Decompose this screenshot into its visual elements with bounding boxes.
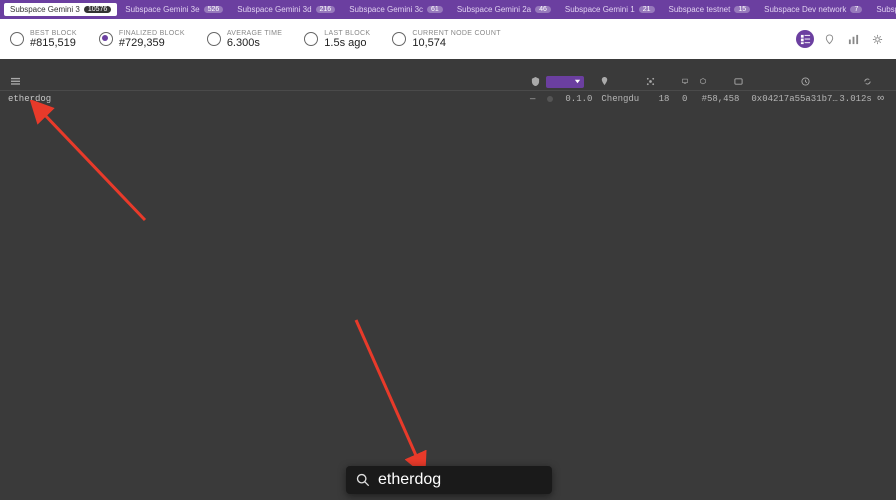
search-input[interactable] (378, 471, 542, 489)
col-cube-icon[interactable] (694, 77, 712, 86)
cell-infinity: ∞ (873, 93, 888, 105)
col-hash-icon[interactable] (712, 77, 764, 86)
col-sort-active[interactable] (546, 76, 584, 88)
tab-gemini-1[interactable]: Subspace Gemini 121 (559, 3, 661, 16)
col-network-icon[interactable] (624, 77, 676, 86)
map-view-button[interactable] (820, 30, 838, 48)
search-box[interactable] (346, 466, 552, 494)
menu-icon[interactable] (8, 77, 22, 86)
cell-location: Chengdu (595, 94, 647, 104)
col-location-icon[interactable] (584, 77, 624, 86)
tab-gemini-3d[interactable]: Subspace Gemini 3d216 (231, 3, 341, 16)
tab-gemini-3[interactable]: Subspace Gemini 310576 (4, 3, 117, 16)
clock-icon (207, 32, 221, 46)
col-shield-icon[interactable] (525, 77, 546, 86)
tab-dev-network[interactable]: Subspace Dev network7 (758, 3, 868, 16)
col-sync-icon[interactable] (846, 77, 888, 86)
tab-gemini-3c[interactable]: Subspace Gemini 3c61 (343, 3, 449, 16)
tab-testnet[interactable]: Subspace testnet15 (663, 3, 757, 16)
col-screen-icon[interactable] (676, 77, 694, 86)
cell-version: 0.1.0 (559, 94, 595, 104)
stat-node-count: CURRENT NODE COUNT10,574 (392, 30, 501, 49)
list-view-button[interactable] (796, 30, 814, 48)
table-spacer (0, 59, 896, 73)
node-name: etherdog (8, 94, 51, 104)
settings-button[interactable] (868, 30, 886, 48)
table-row[interactable]: etherdog — 0.1.0 Chengdu 18 0 #58,458 0x… (0, 91, 896, 107)
annotation-arrow-2 (348, 315, 438, 475)
col-clock-icon[interactable] (764, 77, 846, 86)
clock-icon (392, 32, 406, 46)
stat-last-block: LAST BLOCK1.5s ago (304, 30, 370, 49)
cell-block: #58,458 (693, 94, 745, 104)
clock-icon (304, 32, 318, 46)
cell-hash: 0x04217a55a31b7… (745, 94, 833, 104)
tab-gemini-2a[interactable]: Subspace Gemini 2a46 (451, 3, 557, 16)
target-icon (10, 32, 24, 46)
cell-peers: 18 (647, 94, 675, 104)
status-dot (547, 96, 553, 102)
tabs-bar: Subspace Gemini 310576 Subspace Gemini 3… (0, 0, 896, 19)
stats-bar: BEST BLOCK#815,519 FINALIZED BLOCK#729,3… (0, 19, 896, 59)
record-icon (99, 32, 113, 46)
search-icon (356, 473, 370, 487)
chart-view-button[interactable] (844, 30, 862, 48)
tab-gemini-3e[interactable]: Subspace Gemini 3e526 (119, 3, 229, 16)
stat-best-block: BEST BLOCK#815,519 (10, 30, 77, 49)
table-header (0, 73, 896, 91)
cell-dash: — (524, 94, 541, 104)
stat-average-time: AVERAGE TIME6.300s (207, 30, 282, 49)
tab-gemini-1b[interactable]: Subspace Gemini 12 (870, 3, 896, 16)
annotation-arrow-1 (30, 100, 160, 230)
cell-txs: 0 (675, 94, 693, 104)
stat-finalized-block: FINALIZED BLOCK#729,359 (99, 30, 185, 49)
cell-time: 3.012s (833, 94, 873, 104)
